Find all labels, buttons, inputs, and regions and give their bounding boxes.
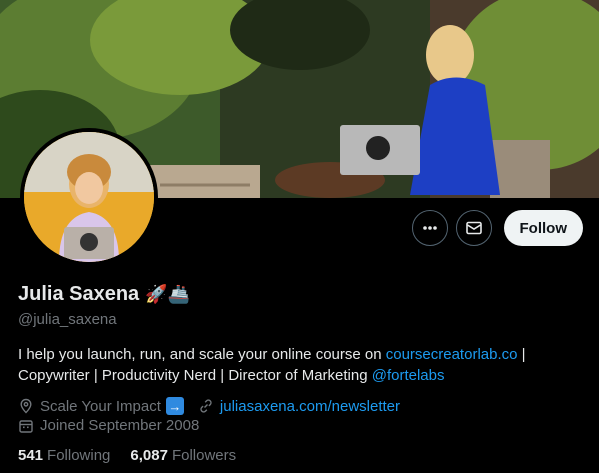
location-item: Scale Your Impact → bbox=[18, 397, 184, 415]
followers-count: 6,087 bbox=[130, 447, 168, 464]
profile-name: Julia Saxena bbox=[18, 283, 140, 305]
website-link[interactable]: juliasaxena.com/newsletter bbox=[220, 398, 400, 415]
bio-link-coursecreatorlab[interactable]: coursecreatorlab.co bbox=[386, 346, 518, 363]
calendar-icon bbox=[18, 418, 34, 434]
mail-icon bbox=[465, 219, 483, 237]
name-emojis: 🚀🚢 bbox=[145, 284, 191, 305]
following-label: Following bbox=[47, 447, 111, 464]
profile-avatar[interactable] bbox=[20, 128, 158, 266]
profile-stats: 541 Following 6,087 Followers bbox=[18, 447, 236, 464]
followers-label: Followers bbox=[171, 447, 237, 464]
profile-name-row: Julia Saxena 🚀🚢 bbox=[18, 283, 190, 306]
followers-link[interactable]: 6,087 Followers bbox=[130, 447, 236, 464]
more-horizontal-icon bbox=[421, 219, 439, 237]
bio-line-1: I help you launch, run, and scale your o… bbox=[18, 344, 588, 365]
website-item: juliasaxena.com/newsletter bbox=[198, 398, 400, 415]
joined-row: Joined September 2008 bbox=[18, 417, 213, 434]
following-link[interactable]: 541 Following bbox=[18, 447, 110, 464]
more-button[interactable] bbox=[411, 210, 448, 246]
right-arrow-icon: → bbox=[165, 397, 184, 415]
bio-text: I help you launch, run, and scale your o… bbox=[18, 346, 386, 363]
message-button[interactable] bbox=[455, 210, 492, 246]
link-icon bbox=[198, 398, 214, 414]
location-text: Scale Your Impact bbox=[40, 397, 161, 415]
following-count: 541 bbox=[18, 447, 44, 464]
bio-text: | bbox=[517, 346, 526, 363]
profile-meta-row: Scale Your Impact → juliasaxena.com/news… bbox=[18, 397, 414, 415]
profile-bio: I help you launch, run, and scale your o… bbox=[18, 344, 588, 386]
bio-mention-fortelabs[interactable]: @fortelabs bbox=[372, 367, 445, 384]
joined-text: Joined September 2008 bbox=[40, 417, 200, 434]
joined-item: Joined September 2008 bbox=[18, 417, 199, 434]
avatar-image bbox=[24, 132, 154, 262]
profile-handle: @julia_saxena bbox=[18, 311, 117, 328]
profile-actions: Follow bbox=[411, 210, 583, 246]
bio-line-2: Copywriter | Productivity Nerd | Directo… bbox=[18, 365, 588, 386]
bio-text: Copywriter | Productivity Nerd | Directo… bbox=[18, 367, 372, 384]
follow-button[interactable]: Follow bbox=[503, 210, 583, 246]
location-pin-icon bbox=[18, 398, 34, 414]
